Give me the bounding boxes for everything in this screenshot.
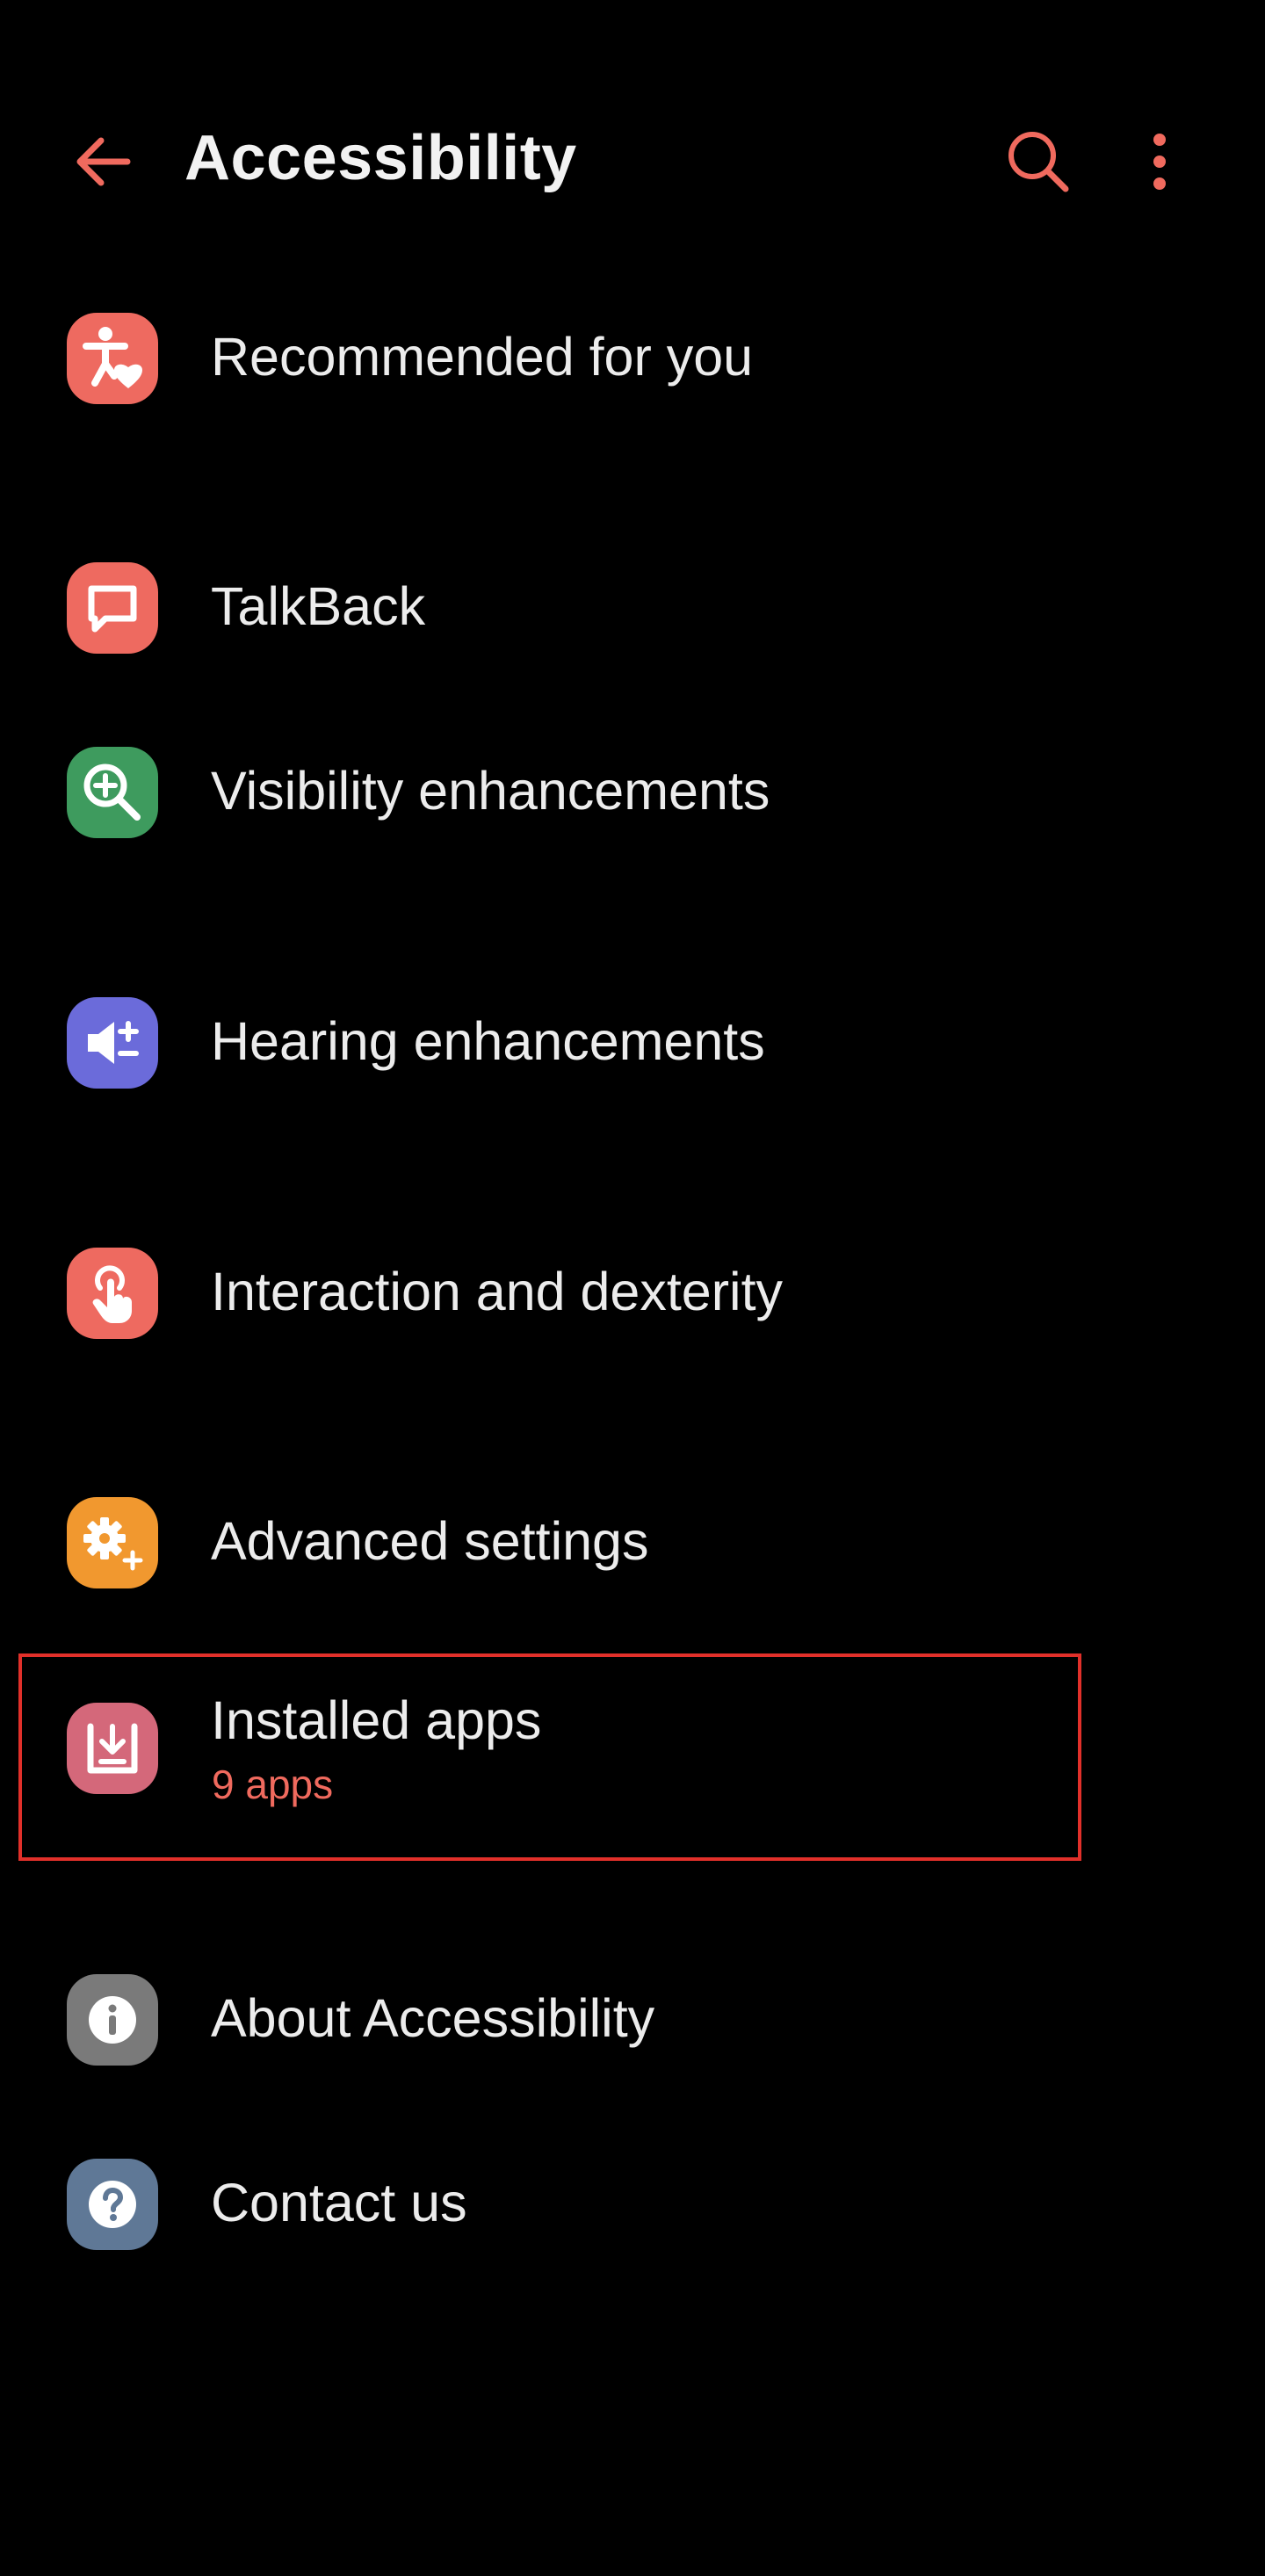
list-item-label: Visibility enhancements	[211, 761, 770, 821]
list-item-label: TalkBack	[211, 576, 426, 636]
selection-highlight	[18, 1653, 1081, 1861]
arrow-left-icon	[76, 137, 131, 186]
list-item-interaction[interactable]: Interaction and dexterity	[0, 1223, 1265, 1364]
list-item-about[interactable]: About Accessibility	[0, 1950, 1265, 2090]
list-item-label: Advanced settings	[211, 1511, 649, 1571]
help-icon	[67, 2159, 158, 2250]
list-item-recommended[interactable]: Recommended for you	[0, 288, 1265, 429]
page-title: Accessibility	[184, 123, 577, 193]
more-vertical-icon	[1153, 134, 1166, 190]
list-item-contact[interactable]: Contact us	[0, 2134, 1265, 2275]
list-item-advanced-settings[interactable]: Advanced settings	[0, 1473, 1265, 1613]
list-item-hearing[interactable]: Hearing enhancements	[0, 973, 1265, 1113]
zoom-in-icon	[67, 747, 158, 838]
list-item-label: Recommended for you	[211, 327, 754, 387]
gear-plus-icon	[67, 1497, 158, 1588]
touch-hand-icon	[67, 1248, 158, 1339]
list-item-label: Contact us	[211, 2173, 467, 2232]
list-item-label: Interaction and dexterity	[211, 1262, 784, 1321]
search-button[interactable]	[1001, 125, 1075, 199]
list-item-label: Hearing enhancements	[211, 1011, 765, 1071]
accessibility-heart-icon	[67, 313, 158, 404]
app-bar: Accessibility	[0, 105, 1265, 211]
list-item-talkback[interactable]: TalkBack	[0, 538, 1265, 678]
list-item-visibility[interactable]: Visibility enhancements	[0, 722, 1265, 863]
list-item-label: About Accessibility	[211, 1988, 655, 2048]
speech-bubble-icon	[67, 562, 158, 654]
more-options-button[interactable]	[1124, 125, 1195, 199]
info-icon	[67, 1974, 158, 2066]
search-icon	[1008, 132, 1069, 192]
back-button[interactable]	[67, 127, 137, 197]
volume-plus-minus-icon	[67, 997, 158, 1089]
